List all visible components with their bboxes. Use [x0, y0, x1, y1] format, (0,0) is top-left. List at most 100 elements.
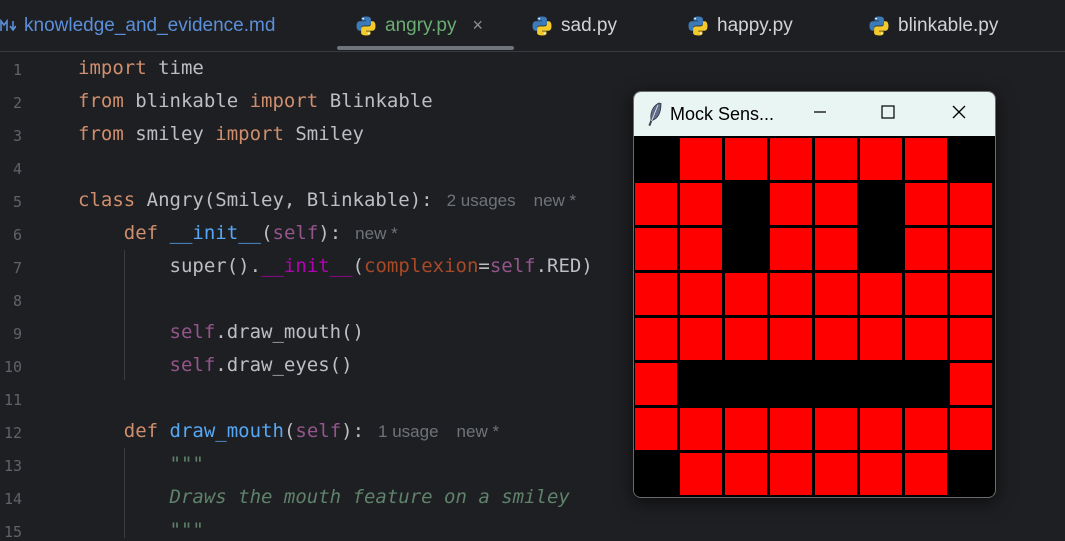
led-pixel: [769, 182, 813, 226]
code-token: (: [261, 222, 273, 244]
led-pixel: [904, 182, 948, 226]
code-line[interactable]: from smiley import Smiley: [78, 123, 364, 145]
led-pixel: [724, 272, 768, 316]
led-pixel: [679, 137, 723, 181]
tab-happy-py[interactable]: happy.py: [687, 0, 793, 51]
maximize-icon: [880, 104, 896, 124]
code-token: from: [78, 123, 124, 145]
code-line[interactable]: Draws the mouth feature on a smiley: [78, 486, 570, 508]
led-pixel: [724, 182, 768, 226]
line-number: 13: [3, 457, 22, 475]
code-line[interactable]: super().__init__(complexion=self.RED): [78, 255, 593, 277]
maximize-button[interactable]: [866, 92, 910, 136]
editor-tab-bar: knowledge_and_evidence.md angry.py × sad…: [0, 0, 1065, 52]
code-token: Smiley: [283, 123, 364, 145]
window-title: Mock Sens...: [670, 103, 775, 124]
led-pixel: [814, 317, 858, 361]
code-line[interactable]: def draw_mouth(self): 1 usage new *: [78, 420, 499, 442]
close-tab-icon[interactable]: ×: [472, 15, 483, 36]
close-button[interactable]: [937, 92, 981, 136]
led-pixel: [814, 272, 858, 316]
line-number: 11: [3, 391, 22, 409]
code-token: self: [489, 255, 536, 277]
led-pixel: [724, 452, 768, 496]
line-number: 12: [3, 424, 22, 442]
code-token: .RED): [535, 255, 593, 277]
led-pixel: [634, 407, 678, 451]
code-token: Blinkable: [318, 90, 433, 112]
code-line[interactable]: import time: [78, 57, 204, 79]
led-pixel: [859, 452, 903, 496]
code-token: blinkable: [123, 90, 250, 112]
led-pixel: [724, 362, 768, 406]
led-pixel: [814, 407, 858, 451]
led-pixel: [679, 317, 723, 361]
code-token: Angry(Smiley, Blinkable):: [135, 189, 433, 211]
minimize-icon: [812, 104, 828, 124]
tab-blinkable-py[interactable]: blinkable.py: [868, 0, 998, 51]
tab-label: sad.py: [561, 14, 617, 36]
tab-angry-py[interactable]: angry.py ×: [355, 0, 483, 51]
led-pixel: [634, 452, 678, 496]
line-number: 6: [12, 226, 22, 244]
code-token: def: [123, 420, 159, 442]
led-pixel: [904, 317, 948, 361]
code-line[interactable]: self.draw_eyes(): [78, 354, 353, 376]
led-pixel: [814, 362, 858, 406]
code-token: time: [146, 57, 204, 79]
led-pixel: [679, 407, 723, 451]
led-pixel: [859, 272, 903, 316]
code-token: self: [169, 321, 216, 343]
led-pixel: [904, 272, 948, 316]
code-token: class: [78, 189, 136, 211]
inlay-usage-hint[interactable]: 2 usages: [447, 191, 516, 210]
led-pixel: [859, 137, 903, 181]
window-title-bar[interactable]: Mock Sens...: [634, 92, 995, 136]
inlay-usage-hint[interactable]: new *: [355, 224, 398, 243]
code-token: def: [123, 222, 159, 244]
inlay-usage-hint[interactable]: new *: [457, 422, 500, 441]
led-pixel: [634, 272, 678, 316]
led-pixel: [679, 272, 723, 316]
tab-knowledge-and-evidence-md[interactable]: knowledge_and_evidence.md: [0, 0, 275, 51]
led-matrix: [634, 137, 995, 497]
feather-icon: [648, 102, 662, 126]
led-pixel: [904, 362, 948, 406]
line-number: 5: [12, 193, 22, 211]
line-number: 9: [12, 325, 22, 343]
code-line[interactable]: class Angry(Smiley, Blinkable): 2 usages n…: [78, 189, 576, 211]
inlay-usage-hint[interactable]: new *: [534, 191, 577, 210]
led-pixel: [859, 407, 903, 451]
led-pixel: [634, 227, 678, 271]
led-pixel: [814, 452, 858, 496]
code-line[interactable]: """: [78, 519, 204, 541]
led-pixel: [769, 452, 813, 496]
line-number: 10: [3, 358, 22, 376]
led-pixel: [679, 452, 723, 496]
tab-label: knowledge_and_evidence.md: [24, 14, 276, 36]
tab-sad-py[interactable]: sad.py: [531, 0, 617, 51]
line-number: 8: [12, 292, 22, 310]
code-token: ):: [341, 420, 365, 442]
code-line[interactable]: def __init__(self): new *: [78, 222, 398, 244]
led-pixel: [949, 227, 993, 271]
led-pixel: [859, 317, 903, 361]
led-pixel: [769, 362, 813, 406]
code-token: self: [295, 420, 342, 442]
python-icon: [687, 15, 709, 37]
minimize-button[interactable]: [798, 92, 842, 136]
led-pixel: [949, 182, 993, 226]
code-token: import: [215, 123, 284, 145]
code-token: Draws the mouth feature on a smiley: [78, 486, 570, 508]
mock-sense-hat-window[interactable]: Mock Sens...: [633, 91, 996, 498]
code-line[interactable]: """: [78, 453, 204, 475]
led-pixel: [814, 182, 858, 226]
code-token: from: [78, 90, 124, 112]
code-line[interactable]: from blinkable import Blinkable: [78, 90, 433, 112]
code-line[interactable]: self.draw_mouth(): [78, 321, 364, 343]
inlay-usage-hint[interactable]: 1 usage: [378, 422, 439, 441]
code-token: __init__: [261, 255, 353, 277]
code-token: .draw_eyes(): [215, 354, 353, 376]
